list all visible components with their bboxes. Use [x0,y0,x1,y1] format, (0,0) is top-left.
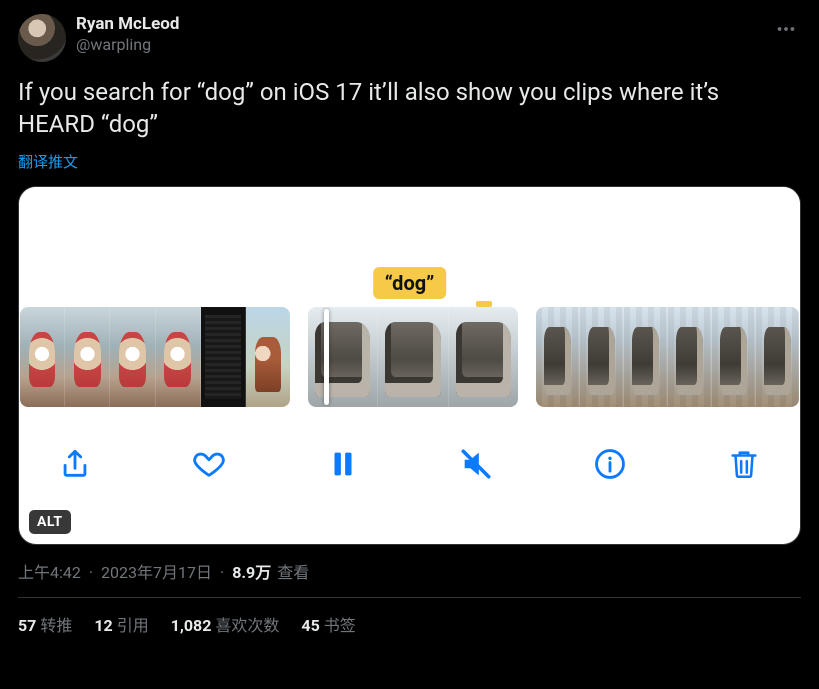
mute-button[interactable] [454,442,498,486]
trash-icon [727,447,761,481]
views-count: 8.9万 [232,559,271,583]
author-names[interactable]: Ryan McLeod @warpling [76,14,179,55]
tweet-stats: 57转推 12 引用 1,082喜欢次数 45 书签 [18,612,801,636]
clip-thumb[interactable] [156,307,201,407]
tweet-header: Ryan McLeod @warpling [18,14,801,62]
tweet-date: 2023年7月17日 [101,559,212,583]
share-button[interactable] [53,442,97,486]
clip-thumb[interactable] [20,307,65,407]
media-top-area: “dog” [19,187,800,307]
separator-dot [218,563,226,582]
share-icon [58,447,92,481]
speaker-muted-icon [459,447,493,481]
stat-label: 喜欢次数 [215,616,279,635]
views-label: 查看 [277,559,309,583]
clip-thumb[interactable] [536,307,580,407]
clip-thumb[interactable] [308,307,378,407]
stat-label: 书签 [324,616,356,635]
tweet-text: If you search for “dog” on iOS 17 it’ll … [18,76,801,141]
more-button[interactable] [775,18,797,44]
media-attachment[interactable]: “dog” [18,186,801,545]
tweet-metadata[interactable]: 上午4:42 2023年7月17日 8.9万 查看 [18,559,801,583]
clip-thumb[interactable] [668,307,712,407]
pause-icon [326,447,360,481]
stat-label: 引用 [117,616,149,635]
stat-value: 45 [301,616,319,635]
playhead[interactable] [324,309,329,405]
stat-label: 转推 [40,616,72,635]
heart-icon [192,447,226,481]
tweet-time: 上午4:42 [18,559,81,583]
clip-thumb[interactable] [110,307,155,407]
stat-value: 12 [94,616,112,635]
info-icon [593,447,627,481]
handle: @warpling [76,35,179,55]
clip-thumb[interactable] [449,307,518,407]
avatar[interactable] [18,14,66,62]
clip-group[interactable] [20,307,290,407]
clip-thumb[interactable] [712,307,756,407]
clip-thumb[interactable] [65,307,110,407]
clip-thumb[interactable] [378,307,448,407]
clip-group[interactable] [536,307,799,407]
tweet: Ryan McLeod @warpling If you search for … [18,14,801,636]
delete-button[interactable] [722,442,766,486]
more-icon [775,18,797,40]
clips-timeline[interactable] [19,307,800,407]
stat-retweets[interactable]: 57转推 [18,612,72,636]
like-button[interactable] [187,442,231,486]
clip-thumb[interactable] [580,307,624,407]
display-name: Ryan McLeod [76,14,179,35]
clip-thumb[interactable] [201,307,246,407]
info-button[interactable] [588,442,632,486]
divider [18,597,801,598]
clip-thumb[interactable] [246,307,290,407]
translate-link[interactable]: 翻译推文 [18,151,78,172]
media-toolbar [19,407,800,499]
clip-thumb[interactable] [756,307,799,407]
clip-thumb[interactable] [624,307,668,407]
separator-dot [87,563,95,582]
stat-value: 1,082 [171,616,212,635]
clip-group[interactable] [308,307,518,407]
pause-button[interactable] [321,442,365,486]
alt-badge[interactable]: ALT [29,510,71,534]
stat-likes[interactable]: 1,082喜欢次数 [171,612,280,636]
search-chip: “dog” [373,267,447,299]
stat-quotes[interactable]: 12 引用 [94,612,148,636]
stat-value: 57 [18,616,36,635]
stat-bookmarks[interactable]: 45 书签 [301,612,355,636]
